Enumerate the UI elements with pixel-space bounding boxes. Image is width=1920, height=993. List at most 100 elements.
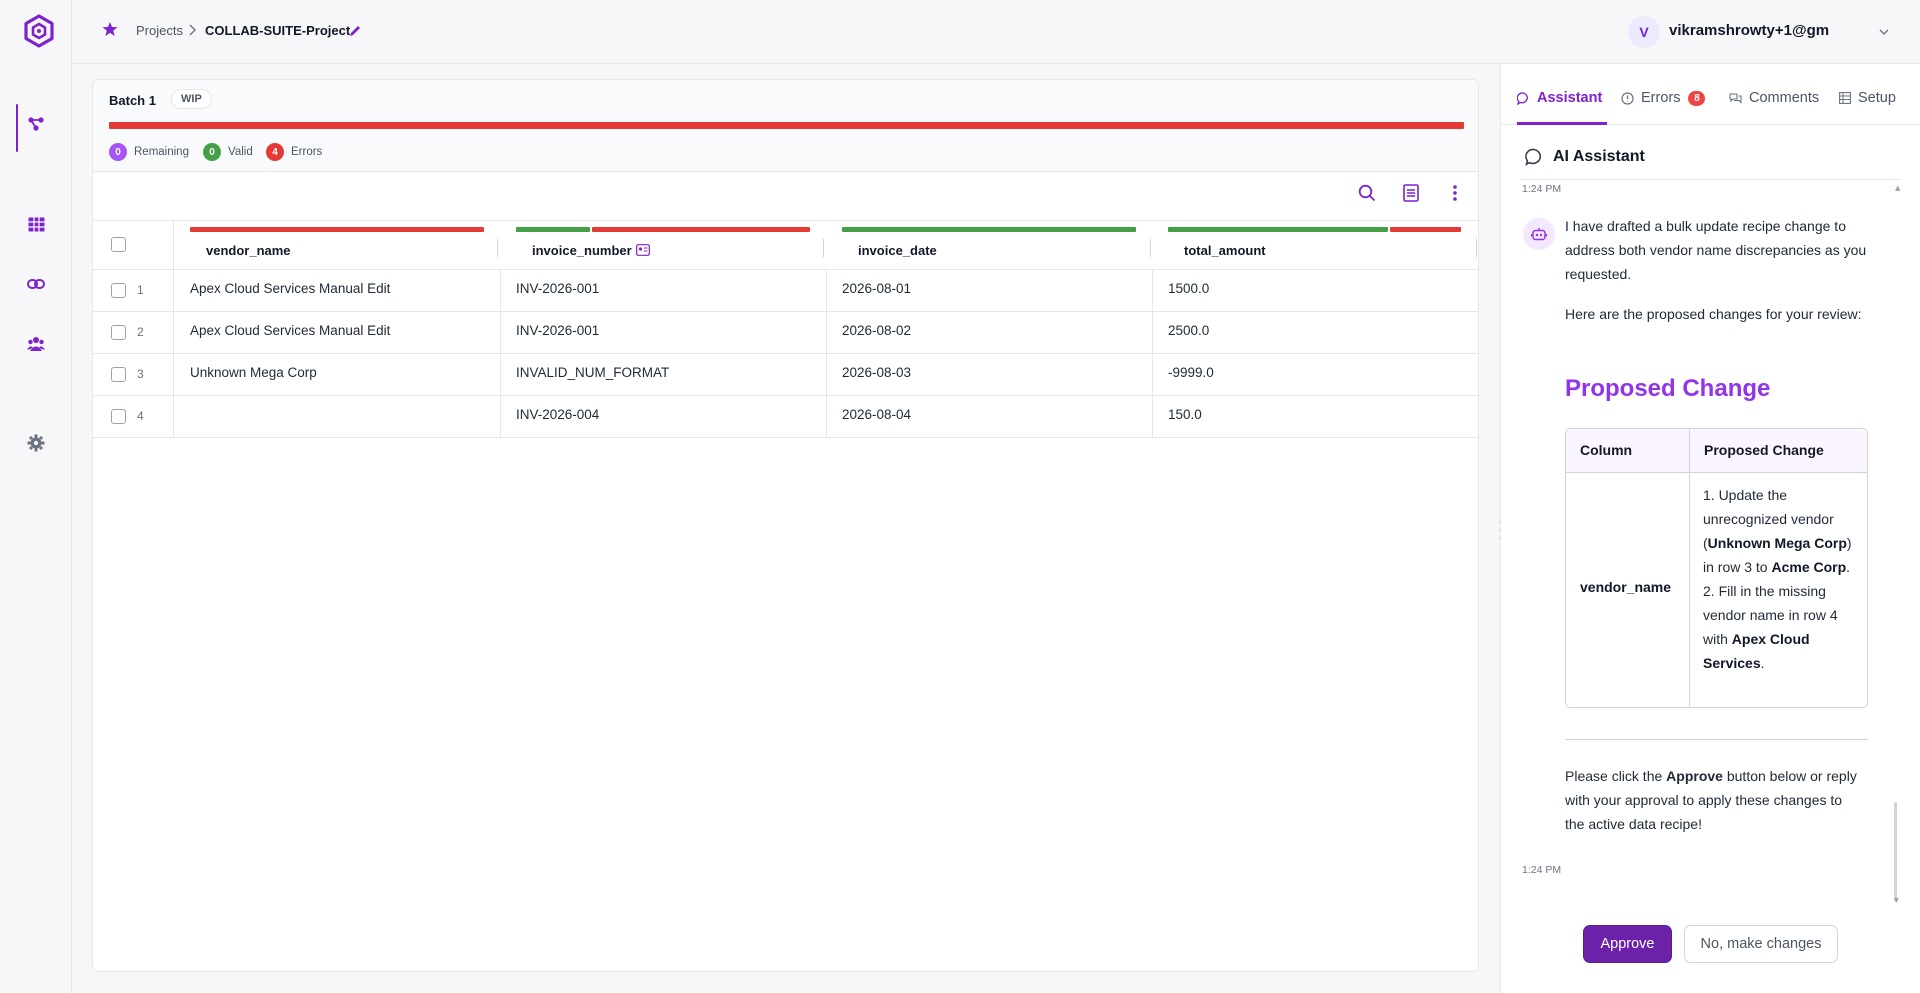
tab-errors[interactable]: Errors 8 <box>1621 88 1706 108</box>
valid-count: 0 <box>203 143 221 161</box>
chat-icon <box>1525 148 1542 166</box>
edit-pencil-icon[interactable] <box>348 24 362 38</box>
column-resize-handle[interactable] <box>497 239 498 257</box>
proposed-change-text: 1. Update the unrecognized vendor (Unkno… <box>1703 483 1863 675</box>
cell-vendor-name[interactable]: Unknown Mega Corp <box>174 354 500 395</box>
assistant-message-closing: Please click the Approve button below or… <box>1565 764 1865 836</box>
tab-comments-label: Comments <box>1749 90 1820 106</box>
row-checkbox[interactable] <box>111 409 126 424</box>
user-avatar[interactable]: V <box>1628 16 1660 48</box>
row-checkbox[interactable] <box>111 367 126 382</box>
cell-text: INV-2026-001 <box>516 281 600 296</box>
vendor-name-quality-bar <box>190 227 484 232</box>
errors-count: 4 <box>266 143 284 161</box>
cell-text: Apex Cloud Services Manual Edit <box>190 323 391 338</box>
cell-total-amount[interactable]: 1500.0 <box>1152 270 1478 311</box>
column-resize-handle[interactable] <box>1476 239 1477 257</box>
cell-vendor-name[interactable]: Apex Cloud Services Manual Edit <box>174 270 500 311</box>
chat-bubble-icon <box>1517 91 1528 105</box>
stat-valid: 0 Valid <box>203 142 253 162</box>
column-resize-handle[interactable] <box>823 239 824 257</box>
approve-button[interactable]: Approve <box>1583 925 1672 963</box>
cell-text: 2500.0 <box>1168 323 1210 338</box>
change-text: . <box>1846 559 1851 575</box>
change-text: . <box>1760 655 1765 671</box>
tab-comments[interactable]: Comments <box>1729 88 1819 108</box>
cell-invoice-number[interactable]: INV-2026-001 <box>500 270 826 311</box>
proposed-change-title: Proposed Change <box>1565 375 1771 402</box>
message-timestamp: 1:24 PM <box>1522 864 1562 876</box>
table-row[interactable]: 1 Apex Cloud Services Manual Edit INV-20… <box>93 270 1479 312</box>
cell-invoice-number[interactable]: INV-2026-001 <box>500 312 826 353</box>
row-number: 1 <box>137 283 144 297</box>
row-checkbox[interactable] <box>111 325 126 340</box>
remaining-count: 0 <box>109 143 127 161</box>
chevron-right-icon <box>186 23 198 37</box>
cell-text: Unknown Mega Corp <box>190 365 317 380</box>
reject-changes-button[interactable]: No, make changes <box>1684 925 1838 963</box>
left-rail <box>0 0 72 993</box>
table-row[interactable]: 4 INV-2026-004 2026-08-04 150.0 <box>93 396 1478 438</box>
total-amount-valid-bar <box>1168 227 1388 232</box>
chevron-down-icon[interactable] <box>1878 26 1890 38</box>
cell-invoice-date[interactable]: 2026-08-04 <box>826 396 1152 437</box>
cell-invoice-number[interactable]: INVALID_NUM_FORMAT <box>500 354 826 395</box>
table-row[interactable]: 3 Unknown Mega Corp INVALID_NUM_FORMAT 2… <box>93 354 1478 396</box>
cell-invoice-date[interactable]: 2026-08-02 <box>826 312 1152 353</box>
panel-scrollbar[interactable] <box>1894 802 1897 902</box>
scroll-down-arrow-icon[interactable]: ▾ <box>1894 895 1899 906</box>
tab-setup[interactable]: Setup <box>1839 88 1896 108</box>
more-vertical-icon[interactable] <box>1445 183 1465 203</box>
cell-invoice-date[interactable]: 2026-08-03 <box>826 354 1152 395</box>
bot-avatar-icon <box>1523 218 1555 250</box>
row-number: 4 <box>137 409 144 423</box>
column-resize-handle[interactable] <box>1150 239 1151 257</box>
cell-text: INVALID_NUM_FORMAT <box>516 365 670 380</box>
column-header-invoice-date[interactable]: invoice_date <box>858 243 937 258</box>
link-icon[interactable] <box>24 272 48 296</box>
data-table: vendor_name invoice_number invoice_date … <box>93 220 1479 438</box>
table-divider <box>1689 429 1690 707</box>
cell-total-amount[interactable]: -9999.0 <box>1152 354 1478 395</box>
cell-vendor-name[interactable] <box>174 396 500 437</box>
user-email[interactable]: vikramshrowty+1@gmail.c... <box>1669 22 1829 39</box>
tab-setup-label: Setup <box>1858 90 1896 106</box>
setup-table-icon <box>1839 92 1851 104</box>
assistant-message-review: Here are the proposed changes for your r… <box>1565 306 1862 322</box>
cell-invoice-number[interactable]: INV-2026-004 <box>500 396 826 437</box>
table-icon[interactable] <box>24 212 48 236</box>
alert-circle-icon <box>1621 91 1634 105</box>
cell-divider <box>1478 270 1479 311</box>
scroll-up-arrow-icon[interactable]: ▴ <box>1895 181 1901 194</box>
tab-assistant[interactable]: Assistant <box>1517 88 1602 108</box>
search-icon[interactable] <box>1357 183 1377 203</box>
column-header-total-amount[interactable]: total_amount <box>1184 243 1266 258</box>
app-logo-icon[interactable] <box>22 14 56 48</box>
users-icon[interactable] <box>24 332 48 356</box>
cell-text: -9999.0 <box>1168 365 1214 380</box>
table-row[interactable]: 2 Apex Cloud Services Manual Edit INV-20… <box>93 312 1478 354</box>
table-header: vendor_name invoice_number invoice_date … <box>93 220 1478 270</box>
favorite-star-icon[interactable] <box>102 21 118 37</box>
cell-text: 2026-08-02 <box>842 323 912 338</box>
document-list-icon[interactable] <box>1401 183 1421 203</box>
divider <box>1565 739 1868 740</box>
column-header-invoice-number[interactable]: invoice_number <box>532 243 632 258</box>
cell-vendor-name[interactable]: Apex Cloud Services Manual Edit <box>174 312 500 353</box>
cell-total-amount[interactable]: 2500.0 <box>1152 312 1478 353</box>
header-text: Proposed Change <box>1704 442 1824 458</box>
valid-label: Valid <box>228 146 253 158</box>
cell-total-amount[interactable]: 150.0 <box>1152 396 1478 437</box>
cell-invoice-date[interactable]: 2026-08-01 <box>826 270 1152 311</box>
select-all-checkbox[interactable] <box>111 237 126 252</box>
status-badge: WIP <box>171 89 212 109</box>
change-bold: Acme Corp <box>1771 559 1847 575</box>
breadcrumb-projects[interactable]: Projects <box>136 23 183 38</box>
settings-icon[interactable] <box>24 431 48 455</box>
column-header-vendor-name[interactable]: vendor_name <box>206 243 291 258</box>
row-checkbox[interactable] <box>111 283 126 298</box>
active-tab-underline <box>1517 122 1607 125</box>
cell-text: INV-2026-001 <box>516 323 600 338</box>
workflow-icon[interactable] <box>24 112 48 136</box>
cell-text: 150.0 <box>1168 407 1202 422</box>
